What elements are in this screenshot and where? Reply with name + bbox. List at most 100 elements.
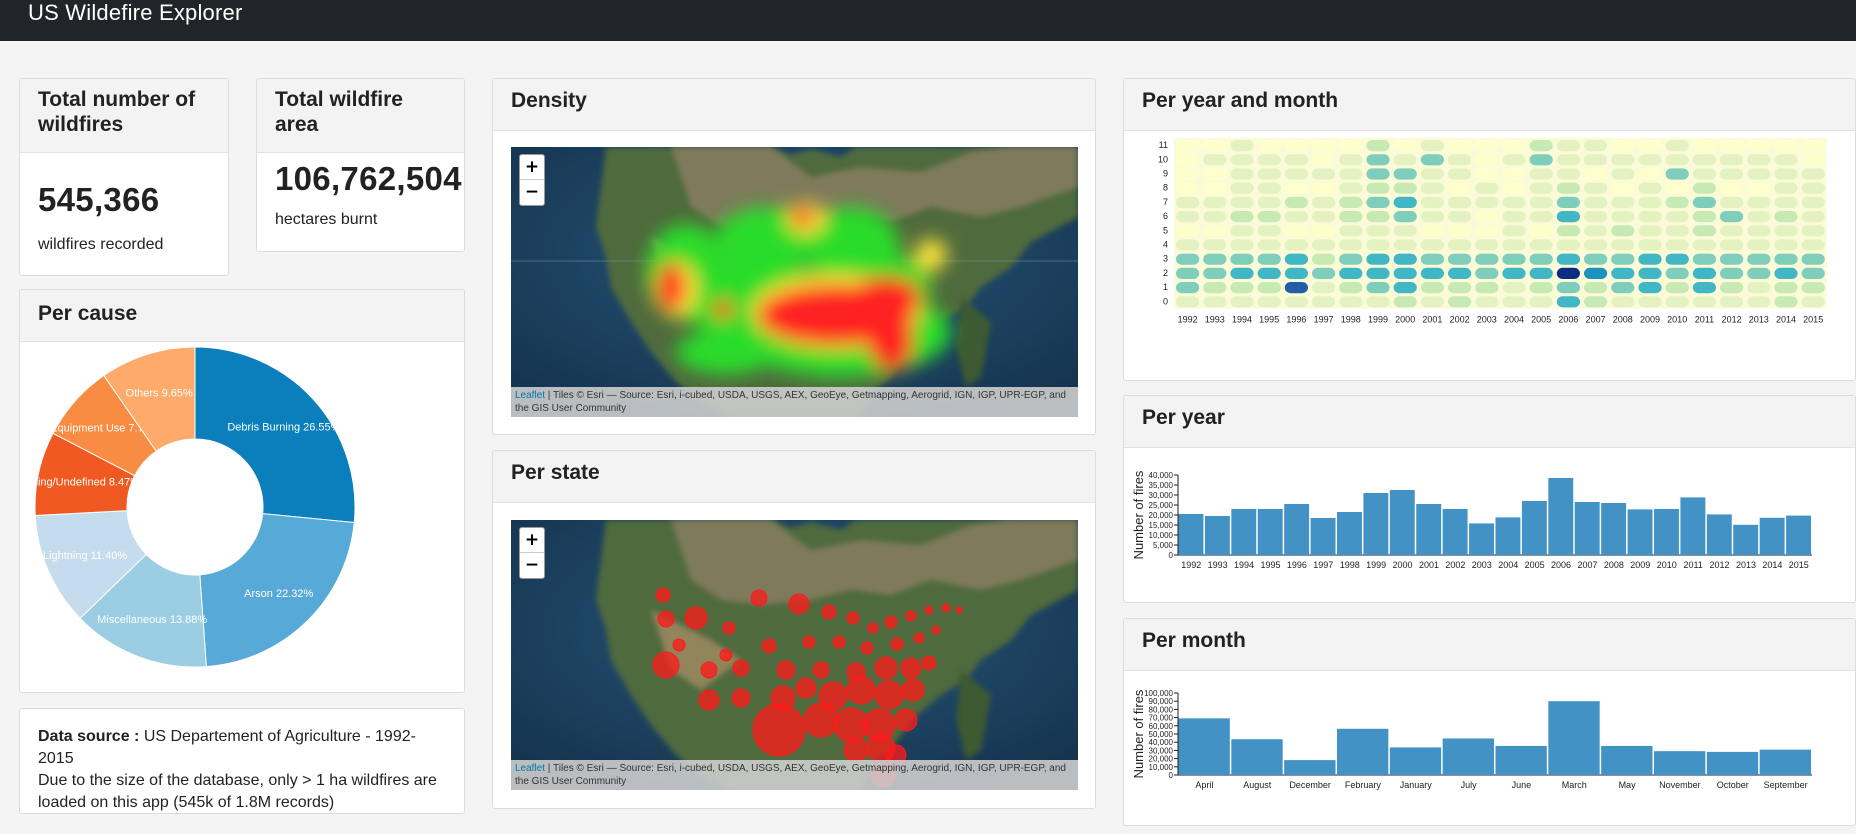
heatmap-cell-1997-5	[1312, 225, 1336, 237]
heatmap-cell-2015-10	[1801, 154, 1825, 166]
heatmap-y-tick-4: 4	[1163, 240, 1168, 250]
heatmap-cell-1994-7	[1230, 196, 1254, 208]
state-fire-dot-24[interactable]	[700, 661, 718, 679]
state-fire-dot-2[interactable]	[684, 606, 708, 630]
state-fire-dot-14[interactable]	[672, 638, 686, 652]
heatmap-cell-2011-5	[1692, 225, 1716, 237]
state-fire-dot-21[interactable]	[913, 632, 925, 644]
state-fire-dot-41[interactable]	[803, 702, 839, 738]
state-fire-dot-27[interactable]	[812, 661, 830, 679]
month-x-tick-8: May	[1619, 780, 1637, 790]
state-fire-dot-0[interactable]	[655, 587, 671, 603]
year-bar-2	[1231, 509, 1257, 555]
state-fire-dot-29[interactable]	[874, 656, 898, 680]
total-area-unit: hectares burnt	[275, 211, 378, 228]
state-fire-dot-12[interactable]	[941, 603, 951, 613]
heatmap-x-tick-1992: 1992	[1178, 314, 1198, 324]
state-zoom-in-button[interactable]: +	[520, 528, 544, 553]
state-fire-dot-44[interactable]	[894, 708, 918, 732]
density-zoom-in-button[interactable]: +	[520, 155, 544, 180]
state-fire-dot-23[interactable]	[652, 651, 680, 679]
state-fire-dot-33[interactable]	[731, 688, 751, 708]
heatmap-x-tick-1994: 1994	[1232, 314, 1252, 324]
state-fire-dot-9[interactable]	[884, 615, 898, 629]
density-attribution-text: | Tiles © Esri — Source: Esri, i-cubed, …	[515, 390, 1066, 414]
heatmap-cell-1994-0	[1230, 296, 1254, 308]
heatmap-cell-2006-1	[1556, 282, 1580, 294]
state-fire-dot-38[interactable]	[874, 680, 904, 710]
month-y-tick-6: 60,000	[1149, 722, 1174, 731]
density-card: Density + − Leaflet | Tiles © Esri — Sou…	[492, 78, 1096, 435]
state-fire-dot-32[interactable]	[698, 689, 720, 711]
heatmap-cell-2010-6	[1665, 211, 1689, 223]
state-fire-dot-10[interactable]	[905, 610, 917, 622]
month-x-tick-0: April	[1195, 780, 1213, 790]
heatmap-cell-2012-7	[1720, 196, 1744, 208]
state-fire-dot-16[interactable]	[761, 638, 777, 654]
density-map[interactable]: + − Leaflet | Tiles © Esri — Source: Esr…	[511, 147, 1078, 417]
state-fire-dot-30[interactable]	[900, 657, 922, 679]
heatmap-cell-2004-4	[1502, 239, 1526, 251]
heatmap-cell-1998-9	[1339, 168, 1363, 180]
state-fire-dot-37[interactable]	[846, 675, 876, 705]
state-fire-dot-6[interactable]	[821, 604, 837, 620]
heatmap-cell-2012-2	[1720, 267, 1744, 279]
heatmap-cell-2007-10	[1584, 154, 1608, 166]
month-bar-6	[1495, 745, 1547, 775]
heatmap-y-tick-8: 8	[1163, 183, 1168, 193]
heatmap-cell-2006-10	[1556, 154, 1580, 166]
state-fire-dot-39[interactable]	[901, 678, 925, 702]
state-fire-dot-31[interactable]	[921, 655, 937, 671]
month-x-tick-2: December	[1289, 780, 1331, 790]
state-fire-dot-25[interactable]	[732, 659, 750, 677]
density-leaflet-link[interactable]: Leaflet	[515, 390, 545, 401]
year-bar-17	[1627, 509, 1653, 555]
heatmap-cell-2000-3	[1393, 253, 1417, 265]
heatmap-x-tick-1996: 1996	[1286, 314, 1306, 324]
heatmap-y-tick-0: 0	[1163, 296, 1168, 306]
state-fire-dot-22[interactable]	[931, 625, 941, 635]
heatmap-cell-2012-8	[1720, 182, 1744, 194]
state-fire-dot-13[interactable]	[955, 606, 963, 614]
heatmap-cell-2005-5	[1529, 225, 1553, 237]
heatmap-cell-2003-1	[1475, 282, 1499, 294]
density-zoom-out-button[interactable]: −	[520, 180, 544, 205]
state-zoom-out-button[interactable]: −	[520, 553, 544, 578]
state-leaflet-link[interactable]: Leaflet	[515, 763, 545, 774]
month-x-tick-5: July	[1461, 780, 1478, 790]
month-x-tick-10: October	[1717, 780, 1749, 790]
year-bar-11	[1469, 523, 1494, 555]
state-fire-dot-18[interactable]	[832, 635, 846, 649]
heatmap-x-tick-1999: 1999	[1368, 314, 1388, 324]
heatmap-cell-1998-1	[1339, 282, 1363, 294]
pie-label-3: Lightning 11.40%	[43, 550, 127, 562]
state-fire-dot-1[interactable]	[657, 610, 675, 628]
state-fire-dot-15[interactable]	[719, 648, 733, 662]
state-fire-dot-11[interactable]	[924, 605, 934, 615]
state-fire-dot-35[interactable]	[795, 677, 817, 699]
state-fire-dot-5[interactable]	[788, 593, 810, 615]
month-y-tick-5: 50,000	[1149, 730, 1174, 739]
heatmap-cell-2004-5	[1502, 225, 1526, 237]
heatmap-cell-1994-2	[1230, 267, 1254, 279]
heatmap-cell-2007-4	[1584, 239, 1608, 251]
state-fire-dot-17[interactable]	[802, 635, 816, 649]
state-fire-dot-3[interactable]	[722, 621, 736, 635]
state-fire-dot-19[interactable]	[860, 641, 874, 655]
state-fire-dot-7[interactable]	[846, 611, 860, 625]
heatmap-cell-2003-5	[1475, 225, 1499, 237]
state-fire-dot-20[interactable]	[890, 637, 904, 651]
heatmap-cell-2010-4	[1665, 239, 1689, 251]
state-fire-dot-8[interactable]	[867, 622, 879, 634]
year-x-tick-11: 2003	[1472, 560, 1492, 570]
state-fire-dot-26[interactable]	[776, 660, 796, 680]
heatmap-y-tick-5: 5	[1163, 225, 1168, 235]
heatmap-cell-2008-10	[1611, 154, 1635, 166]
state-fire-dot-40[interactable]	[752, 703, 806, 757]
heatmap-cell-2003-6	[1475, 211, 1499, 223]
heatmap-cell-2002-2	[1448, 267, 1472, 279]
state-fire-dot-4[interactable]	[750, 589, 768, 607]
state-fire-dot-45[interactable]	[843, 737, 869, 763]
heatmap-cell-1992-5	[1176, 225, 1200, 237]
per-state-map[interactable]: + − Leaflet | Tiles © Esri — Source: Esr…	[511, 520, 1078, 790]
